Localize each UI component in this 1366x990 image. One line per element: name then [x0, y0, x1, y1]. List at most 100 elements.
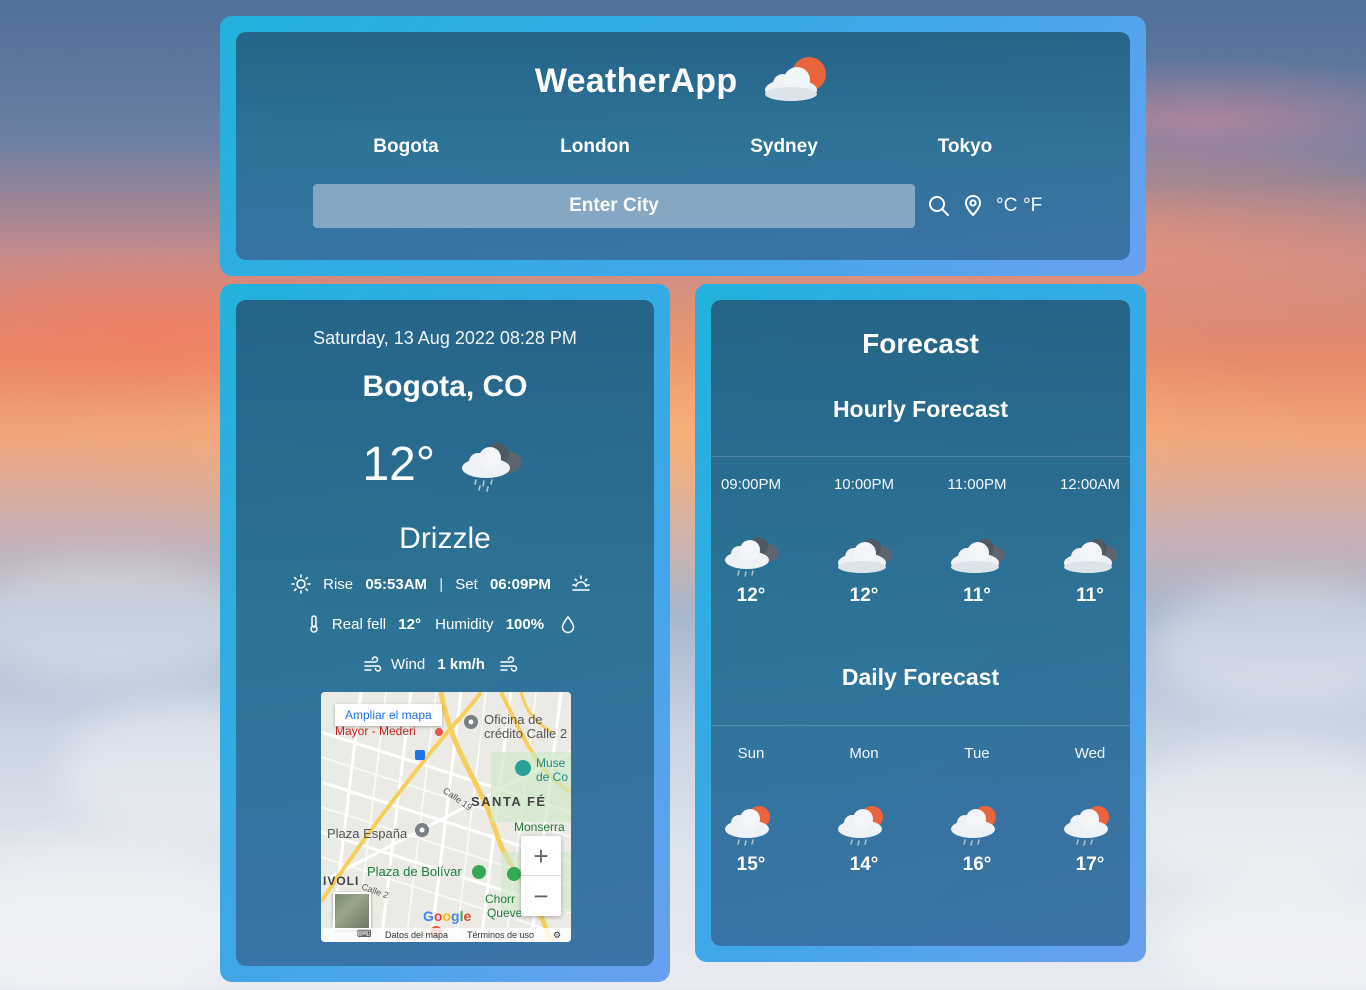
- app-title-text: WeatherApp: [534, 61, 738, 100]
- hourly-forecast-title: Hourly Forecast: [832, 396, 1009, 422]
- feel-humidity-row: Real fell 12° Humidity 100%: [236, 614, 654, 634]
- humidity-label: Humidity: [435, 615, 494, 633]
- map-label: Queve: [487, 906, 523, 920]
- city-bogota[interactable]: Bogota: [373, 136, 438, 158]
- sun-rain-cloud-icon: [725, 806, 770, 846]
- location-pin-icon[interactable]: [961, 194, 985, 218]
- app-title: WeatherApp: [236, 56, 1130, 106]
- daily-item: Mon 14°: [824, 745, 904, 876]
- temperature-row: 12°: [236, 436, 654, 496]
- daily-temp: 17°: [1075, 854, 1105, 875]
- current-inner: Saturday, 13 Aug 2022 08:28 PM Bogota, C…: [236, 300, 654, 966]
- header-panel: WeatherApp Bogota London Sydney Tokyo En…: [220, 16, 1146, 276]
- sun-cloud-icon: [765, 57, 827, 101]
- realfeel-value: 12°: [398, 615, 421, 633]
- gear-icon[interactable]: ⚙: [553, 928, 561, 942]
- map-label: Plaza de Bolívar: [367, 864, 462, 879]
- rise-value: 05:53AM: [365, 575, 428, 593]
- wind-row: Wind 1 km/h: [236, 654, 654, 674]
- search-row: °C °F: [313, 184, 1130, 228]
- droplet-icon: [561, 615, 575, 634]
- daily-item: Sun 15°: [711, 745, 791, 876]
- celsius-toggle[interactable]: °C: [996, 195, 1017, 217]
- drizzle-cloud-icon: [461, 443, 522, 492]
- map-label: Monserra: [514, 820, 565, 834]
- wind-icon: [500, 656, 518, 672]
- hourly-item: 10:00PM 12°: [824, 476, 904, 607]
- fahrenheit-toggle[interactable]: °F: [1023, 195, 1042, 217]
- hourly-temp: 11°: [963, 585, 991, 606]
- hourly-label: 09:00PM: [720, 476, 782, 493]
- open-larger-map-link[interactable]: Ampliar el mapa: [335, 704, 442, 726]
- separator: |: [439, 575, 444, 593]
- wind-value: 1 km/h: [437, 655, 485, 673]
- map-label: Mayor - Mederi: [335, 724, 416, 738]
- location-map[interactable]: Ampliar el mapa Oficina de crédito Calle…: [321, 692, 571, 942]
- search-icon[interactable]: [927, 194, 951, 218]
- header-inner: WeatherApp Bogota London Sydney Tokyo En…: [236, 32, 1130, 260]
- divider: [711, 725, 1130, 726]
- rise-label: Rise: [323, 575, 354, 593]
- city-sydney[interactable]: Sydney: [750, 136, 818, 158]
- hourly-temp: 12°: [736, 585, 766, 606]
- wind-icon: [364, 656, 382, 672]
- map-terms-link[interactable]: Términos de uso: [467, 928, 534, 942]
- sunrise-icon: [291, 574, 311, 594]
- current-condition: Drizzle: [399, 522, 491, 555]
- sun-rain-cloud-icon: [951, 806, 996, 846]
- hourly-item: 12:00AM 11°: [1050, 476, 1130, 607]
- forecast-panel: Forecast Hourly Forecast 09:00PM 12° 10:00…: [695, 284, 1146, 962]
- daily-label: Mon: [849, 745, 879, 762]
- thermometer-icon: [310, 615, 318, 633]
- city-search-input[interactable]: [313, 184, 915, 228]
- current-weather-panel: Saturday, 13 Aug 2022 08:28 PM Bogota, C…: [220, 284, 670, 982]
- hourly-label: 11:00PM: [947, 476, 1007, 493]
- daily-item: Wed 17°: [1050, 745, 1130, 876]
- forecast-title: Forecast: [862, 328, 979, 359]
- map-label: Chorr: [485, 892, 516, 906]
- map-label: IVOLI: [323, 874, 360, 888]
- set-value: 06:09PM: [489, 575, 551, 593]
- city-london[interactable]: London: [560, 136, 630, 158]
- hourly-temp: 11°: [1076, 585, 1104, 606]
- map-label: Plaza España: [327, 826, 408, 841]
- current-location: Bogota, CO: [362, 370, 528, 403]
- zoom-out-button[interactable]: −: [521, 876, 561, 916]
- keyboard-icon[interactable]: ⌨: [357, 928, 371, 942]
- hourly-item: 11:00PM 11°: [937, 476, 1017, 607]
- zoom-in-button[interactable]: +: [521, 836, 561, 876]
- cloud-icon: [838, 539, 892, 573]
- city-shortcuts: Bogota London Sydney Tokyo: [236, 136, 1130, 160]
- hourly-label: 12:00AM: [1059, 476, 1121, 493]
- daily-label: Sun: [737, 745, 765, 762]
- hourly-temp: 12°: [849, 585, 879, 606]
- daily-temp: 15°: [736, 854, 766, 875]
- map-label: SANTA FÉ: [471, 794, 547, 809]
- realfeel-label: Real fell: [331, 615, 387, 633]
- current-temperature: 12°: [362, 437, 436, 491]
- daily-temp: 16°: [962, 854, 992, 875]
- map-footer: ⌨ Datos del mapa Términos de uso ⚙: [321, 928, 571, 942]
- map-label: de Co: [536, 770, 569, 784]
- current-datetime: Saturday, 13 Aug 2022 08:28 PM: [313, 328, 577, 348]
- wind-label: Wind: [391, 655, 426, 673]
- city-tokyo[interactable]: Tokyo: [938, 136, 993, 158]
- map-label: Oficina de: [484, 712, 543, 727]
- map-data-link[interactable]: Datos del mapa: [385, 928, 448, 942]
- cloud-icon: [1064, 539, 1118, 573]
- daily-temp: 14°: [849, 854, 879, 875]
- google-logo: Google: [423, 908, 472, 924]
- daily-label: Wed: [1074, 745, 1106, 762]
- cloud-icon: [951, 539, 1005, 573]
- drizzle-cloud-icon: [725, 537, 779, 577]
- map-zoom-control: + −: [521, 836, 561, 916]
- forecast-inner: Forecast Hourly Forecast 09:00PM 12° 10:00…: [711, 300, 1130, 946]
- sun-rain-cloud-icon: [838, 806, 883, 846]
- satellite-view-toggle[interactable]: [333, 892, 371, 930]
- hourly-item: 09:00PM 12°: [711, 476, 791, 607]
- set-label: Set: [455, 575, 478, 593]
- sun-rain-cloud-icon: [1064, 806, 1109, 846]
- humidity-value: 100%: [505, 615, 545, 633]
- divider: [711, 456, 1130, 457]
- map-label: Muse: [536, 756, 566, 770]
